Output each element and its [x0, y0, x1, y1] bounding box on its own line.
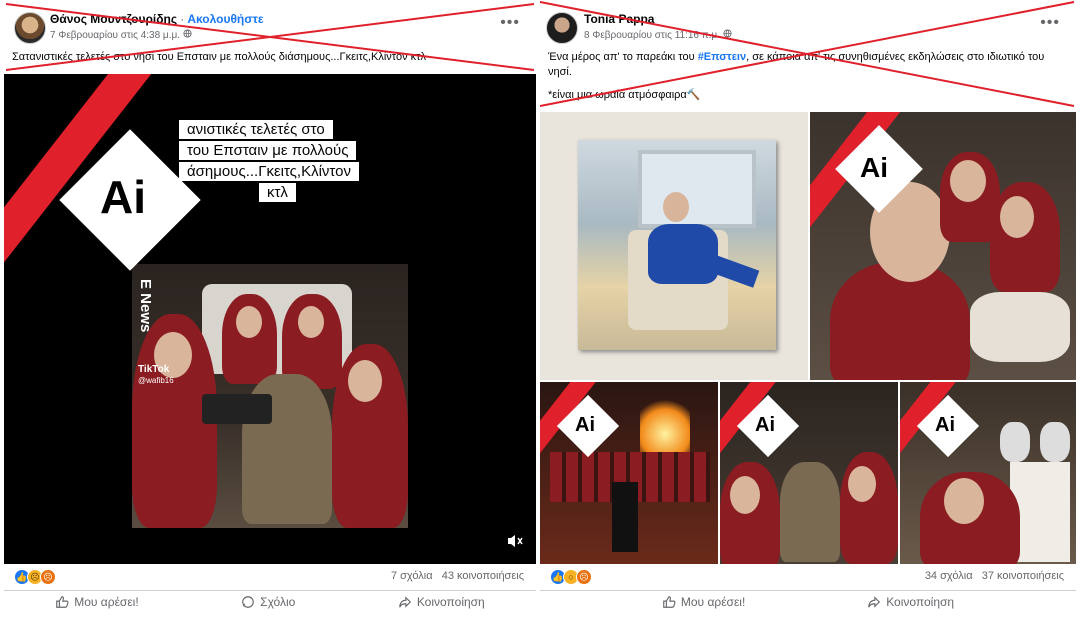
post-header: Tonia Pappa — [584, 12, 654, 26]
like-label: Μου αρέσει! — [74, 595, 139, 609]
face — [298, 306, 324, 338]
photo-goat-selfie[interactable]: Ai — [720, 382, 898, 564]
more-options-icon[interactable]: ••• — [500, 14, 520, 32]
share-button[interactable]: Κοινοποίηση — [398, 595, 485, 609]
comment-label: Σχόλιο — [260, 595, 296, 609]
angry-reaction-icon: ☹ — [40, 569, 56, 585]
comment-button[interactable]: Σχόλιο — [241, 595, 295, 609]
post-text-part: Ένα μέρος απ' το παρεάκι του — [548, 51, 698, 63]
caption-line: κτλ — [259, 183, 296, 202]
reaction-summary[interactable]: 👍 ○ ☹ — [550, 569, 592, 585]
post-text: Ένα μέρος απ' το παρεάκι του #Επστειν, σ… — [548, 50, 1068, 80]
video-scene — [132, 264, 408, 528]
author-avatar[interactable] — [546, 12, 578, 44]
post-action-bar: Μου αρέσει! Κοινοποίηση — [540, 590, 1076, 613]
phone — [202, 394, 272, 424]
reaction-summary[interactable]: 👍 ☹ ☹ — [14, 569, 56, 585]
goat-mask — [1040, 422, 1070, 462]
engagement-counts: 7 σχόλια 43 κοινοποιήσεις — [391, 570, 524, 582]
timestamp-text: 7 Φεβρουαρίου στις 4:38 μ.μ. — [50, 30, 181, 41]
comments-count[interactable]: 7 σχόλια — [391, 570, 433, 582]
post-stats: 👍 ○ ☹ 34 σχόλια 37 κοινοποιήσεις — [540, 568, 1076, 586]
face — [1000, 196, 1034, 238]
post-stats: 👍 ☹ ☹ 7 σχόλια 43 κοινοποιήσεις — [4, 568, 536, 586]
timestamp-text: 8 Φεβρουαρίου στις 11:16 π.μ. — [584, 30, 720, 41]
video-player[interactable]: E News TikTok @wafib16 ανιστικές τελετές… — [4, 74, 536, 564]
ai-badge-label: Ai — [860, 152, 888, 183]
caption-line: άσημους...Γκειτς,Κλίντον — [179, 162, 359, 181]
post-text-line2: *είναι μια ωραία ατμόσφαιρα🔨 — [548, 89, 701, 101]
mute-icon[interactable] — [506, 533, 524, 554]
author-name[interactable]: Tonia Pappa — [584, 12, 654, 26]
hashtag-link[interactable]: #Επστειν — [698, 51, 746, 63]
share-button[interactable]: Κοινοποίηση — [867, 595, 954, 609]
goat-mask — [1000, 422, 1030, 462]
face — [730, 476, 760, 514]
tiktok-watermark: TikTok — [138, 364, 170, 375]
news-watermark: E News — [137, 279, 154, 333]
post-timestamp[interactable]: 8 Φεβρουαρίου στις 11:16 π.μ. — [584, 29, 732, 41]
separator: · — [180, 12, 185, 26]
tiktok-user: @wafib16 — [138, 376, 174, 385]
face — [848, 466, 876, 502]
more-options-icon[interactable]: ••• — [1040, 14, 1060, 32]
like-button[interactable]: Μου αρέσει! — [55, 595, 139, 609]
shares-count[interactable]: 43 κοινοποιήσεις — [442, 570, 524, 582]
author-name[interactable]: Θάνος Μουντζουρίδης — [50, 12, 177, 26]
face — [236, 306, 262, 338]
goat — [780, 462, 840, 562]
photo-fire-ritual[interactable]: Ai — [540, 382, 718, 564]
thumbs-up-icon — [56, 596, 69, 608]
ai-badge-label: Ai — [755, 414, 775, 436]
caption-overlay: ανιστικές τελετές στο του Επσταιν με πολ… — [179, 120, 399, 202]
engagement-counts: 34 σχόλια 37 κοινοποιήσεις — [925, 570, 1064, 582]
post-action-bar: Μου αρέσει! Σχόλιο Κοινοποίηση — [4, 590, 536, 613]
face — [348, 360, 382, 402]
share-label: Κοινοποίηση — [886, 595, 955, 609]
thumbs-up-icon — [663, 596, 676, 608]
caption-line: του Επσταιν με πολλούς — [179, 141, 357, 160]
post-text: Σατανιστικές τελετές στο νησί του Επσται… — [12, 51, 426, 63]
follow-link[interactable]: Ακολουθήστε — [187, 12, 263, 26]
painting-canvas — [578, 140, 776, 350]
comments-count[interactable]: 34 σχόλια — [925, 570, 973, 582]
post-timestamp[interactable]: 7 Φεβρουαρίου στις 4:38 μ.μ. — [50, 29, 192, 41]
dark-figure — [612, 482, 638, 552]
painted-window — [638, 150, 756, 228]
ai-badge-label: Ai — [100, 171, 146, 223]
shares-count[interactable]: 37 κοινοποιήσεις — [982, 570, 1064, 582]
share-label: Κοινοποίηση — [416, 595, 485, 609]
bonfire — [640, 392, 690, 452]
angry-reaction-icon: ☹ — [576, 569, 592, 585]
like-label: Μου αρέσει! — [680, 595, 746, 609]
post-header: Θάνος Μουντζουρίδης · Ακολουθήστε — [50, 12, 264, 26]
globe-icon — [183, 29, 192, 41]
face — [663, 192, 689, 222]
facebook-post-right: Tonia Pappa 8 Φεβρουαρίου στις 11:16 π.μ… — [540, 0, 1076, 618]
caption-line: ανιστικές τελετές στο — [179, 120, 333, 139]
white-sacks — [970, 292, 1070, 362]
photo-goat-masks[interactable]: Ai — [900, 382, 1076, 564]
share-icon — [868, 596, 881, 608]
author-avatar[interactable] — [14, 12, 46, 44]
face — [950, 160, 986, 202]
facebook-post-left: Θάνος Μουντζουρίδης · Ακολουθήστε 7 Φεβρ… — [4, 0, 536, 618]
globe-icon — [723, 29, 732, 41]
ai-badge-label: Ai — [575, 414, 595, 436]
comment-icon — [242, 596, 254, 608]
photo-selfie[interactable]: Ai — [810, 112, 1076, 380]
like-button[interactable]: Μου αρέσει! — [662, 595, 745, 609]
share-icon — [399, 596, 411, 608]
face — [944, 478, 984, 524]
photo-painting[interactable] — [540, 112, 808, 380]
ai-badge-label: Ai — [935, 414, 955, 436]
